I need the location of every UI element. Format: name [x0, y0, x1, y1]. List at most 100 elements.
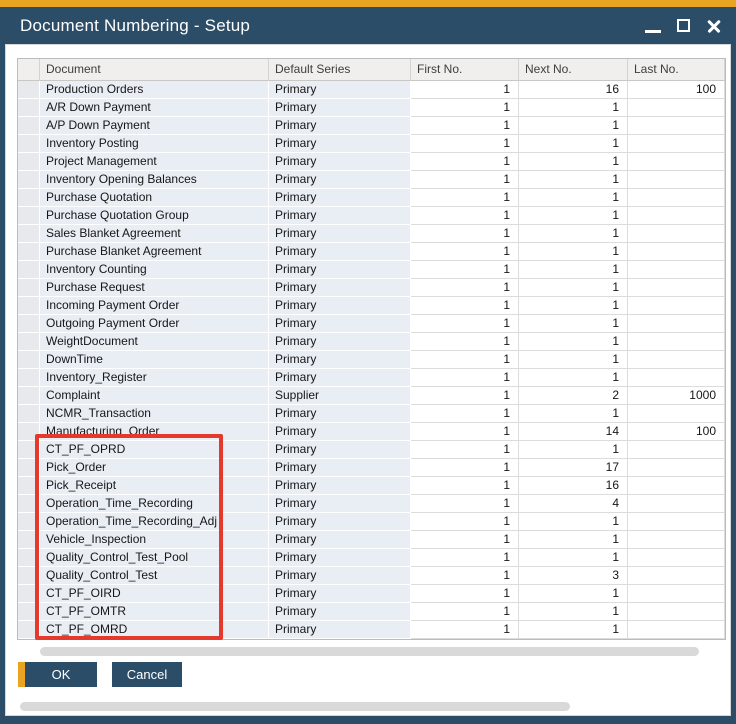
table-row[interactable]: Inventory_Register Primary 1 1	[18, 369, 725, 387]
cell-next-no[interactable]: 1	[519, 351, 628, 369]
cell-last-no[interactable]	[628, 153, 725, 171]
cell-first-no[interactable]: 1	[411, 495, 519, 513]
cell-default-series[interactable]: Primary	[269, 279, 411, 297]
cell-last-no[interactable]	[628, 189, 725, 207]
cell-first-no[interactable]: 1	[411, 189, 519, 207]
row-header-cell[interactable]	[18, 495, 40, 513]
row-header-cell[interactable]	[18, 405, 40, 423]
cell-next-no[interactable]: 1	[519, 279, 628, 297]
cell-last-no[interactable]	[628, 405, 725, 423]
row-header-cell[interactable]	[18, 135, 40, 153]
row-header-cell[interactable]	[18, 531, 40, 549]
cell-first-no[interactable]: 1	[411, 81, 519, 99]
cell-next-no[interactable]: 16	[519, 477, 628, 495]
cell-first-no[interactable]: 1	[411, 585, 519, 603]
table-row[interactable]: Complaint Supplier 1 2 1000	[18, 387, 725, 405]
row-header-cell[interactable]	[18, 585, 40, 603]
row-header-cell[interactable]	[18, 297, 40, 315]
cell-last-no[interactable]	[628, 477, 725, 495]
cell-default-series[interactable]: Primary	[269, 117, 411, 135]
row-header-cell[interactable]	[18, 225, 40, 243]
cell-default-series[interactable]: Primary	[269, 189, 411, 207]
cell-next-no[interactable]: 1	[519, 135, 628, 153]
cell-last-no[interactable]	[628, 99, 725, 117]
cell-default-series[interactable]: Primary	[269, 423, 411, 441]
row-header-cell[interactable]	[18, 423, 40, 441]
cell-last-no[interactable]	[628, 459, 725, 477]
titlebar[interactable]: Document Numbering - Setup	[0, 7, 736, 44]
cell-first-no[interactable]: 1	[411, 207, 519, 225]
cell-last-no[interactable]	[628, 567, 725, 585]
cell-first-no[interactable]: 1	[411, 333, 519, 351]
row-header-cell[interactable]	[18, 441, 40, 459]
cell-first-no[interactable]: 1	[411, 279, 519, 297]
cell-first-no[interactable]: 1	[411, 423, 519, 441]
cell-first-no[interactable]: 1	[411, 477, 519, 495]
cell-last-no[interactable]	[628, 315, 725, 333]
table-row[interactable]: Purchase Quotation Group Primary 1 1	[18, 207, 725, 225]
row-header-cell[interactable]	[18, 621, 40, 639]
cell-first-no[interactable]: 1	[411, 351, 519, 369]
table-row[interactable]: CT_PF_OPRD Primary 1 1	[18, 441, 725, 459]
cell-last-no[interactable]	[628, 117, 725, 135]
row-header-cell[interactable]	[18, 567, 40, 585]
cell-default-series[interactable]: Primary	[269, 495, 411, 513]
table-row[interactable]: Sales Blanket Agreement Primary 1 1	[18, 225, 725, 243]
table-row[interactable]: Pick_Receipt Primary 1 16	[18, 477, 725, 495]
cell-default-series[interactable]: Primary	[269, 477, 411, 495]
ok-button[interactable]: OK	[18, 662, 97, 687]
cell-first-no[interactable]: 1	[411, 387, 519, 405]
table-row[interactable]: Incoming Payment Order Primary 1 1	[18, 297, 725, 315]
cell-next-no[interactable]: 16	[519, 81, 628, 99]
cell-last-no[interactable]	[628, 441, 725, 459]
table-row[interactable]: Production Orders Primary 1 16 100	[18, 81, 725, 99]
row-header-cell[interactable]	[18, 513, 40, 531]
column-header-last-no[interactable]: Last No.	[628, 59, 725, 81]
cell-last-no[interactable]	[628, 369, 725, 387]
cell-first-no[interactable]: 1	[411, 117, 519, 135]
cell-first-no[interactable]: 1	[411, 513, 519, 531]
cell-next-no[interactable]: 1	[519, 315, 628, 333]
table-row[interactable]: CT_PF_OIRD Primary 1 1	[18, 585, 725, 603]
table-row[interactable]: CT_PF_OMRD Primary 1 1	[18, 621, 725, 639]
cell-next-no[interactable]: 1	[519, 99, 628, 117]
cell-default-series[interactable]: Primary	[269, 351, 411, 369]
cell-default-series[interactable]: Primary	[269, 171, 411, 189]
table-row[interactable]: A/P Down Payment Primary 1 1	[18, 117, 725, 135]
cell-default-series[interactable]: Primary	[269, 243, 411, 261]
cell-first-no[interactable]: 1	[411, 135, 519, 153]
row-header-cell[interactable]	[18, 477, 40, 495]
cell-last-no[interactable]	[628, 495, 725, 513]
cell-next-no[interactable]: 14	[519, 423, 628, 441]
row-header-cell[interactable]	[18, 387, 40, 405]
table-row[interactable]: Purchase Request Primary 1 1	[18, 279, 725, 297]
cell-last-no[interactable]	[628, 585, 725, 603]
cell-default-series[interactable]: Primary	[269, 135, 411, 153]
window-horizontal-scrollbar[interactable]	[20, 702, 570, 711]
close-icon[interactable]	[706, 18, 722, 34]
cell-default-series[interactable]: Primary	[269, 567, 411, 585]
cell-last-no[interactable]	[628, 261, 725, 279]
table-row[interactable]: Inventory Counting Primary 1 1	[18, 261, 725, 279]
cell-first-no[interactable]: 1	[411, 531, 519, 549]
cell-last-no[interactable]	[628, 135, 725, 153]
cell-first-no[interactable]: 1	[411, 549, 519, 567]
table-row[interactable]: Quality_Control_Test_Pool Primary 1 1	[18, 549, 725, 567]
cell-next-no[interactable]: 1	[519, 171, 628, 189]
cell-first-no[interactable]: 1	[411, 441, 519, 459]
cell-first-no[interactable]: 1	[411, 369, 519, 387]
cell-first-no[interactable]: 1	[411, 621, 519, 639]
row-header-cell[interactable]	[18, 459, 40, 477]
cell-next-no[interactable]: 2	[519, 387, 628, 405]
cell-first-no[interactable]: 1	[411, 567, 519, 585]
cell-default-series[interactable]: Primary	[269, 153, 411, 171]
row-header-cell[interactable]	[18, 315, 40, 333]
column-header-next-no[interactable]: Next No.	[519, 59, 628, 81]
cell-first-no[interactable]: 1	[411, 405, 519, 423]
cell-last-no[interactable]	[628, 549, 725, 567]
cell-default-series[interactable]: Primary	[269, 99, 411, 117]
minimize-icon[interactable]	[645, 30, 661, 33]
column-header-first-no[interactable]: First No.	[411, 59, 519, 81]
cell-last-no[interactable]	[628, 225, 725, 243]
cell-next-no[interactable]: 1	[519, 207, 628, 225]
